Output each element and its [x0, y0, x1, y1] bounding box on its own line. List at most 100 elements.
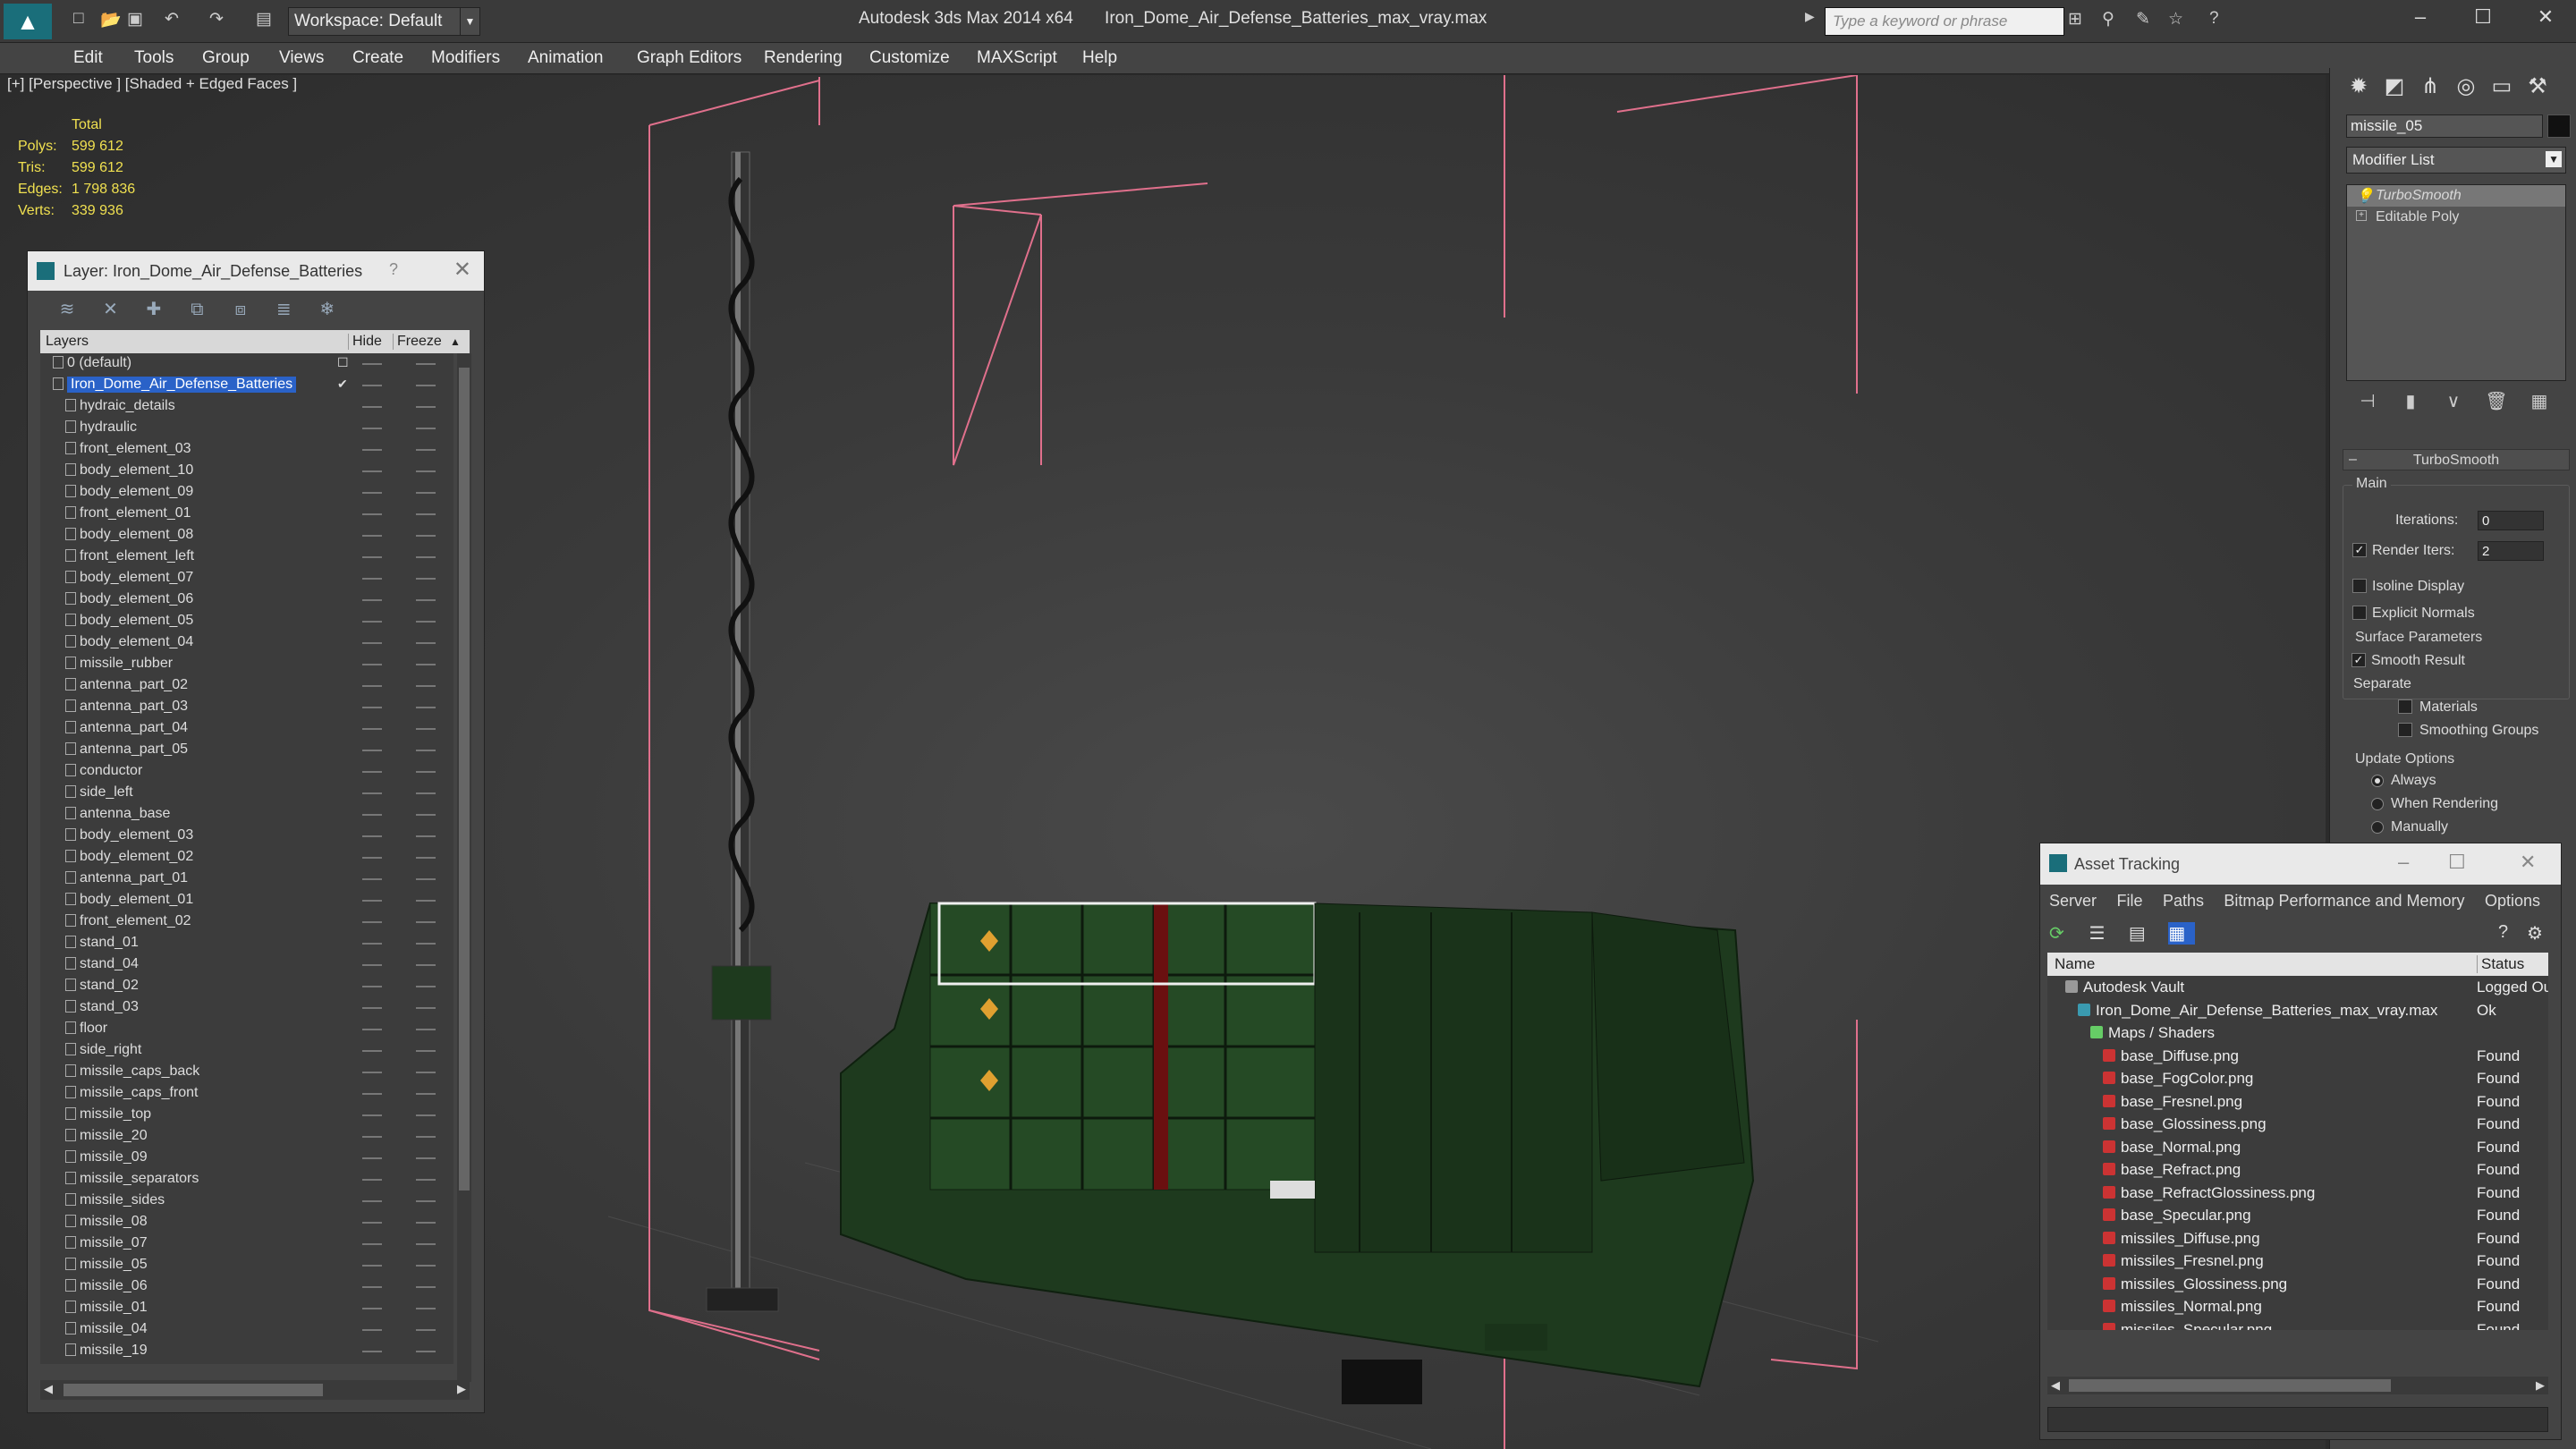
hide-toggle[interactable]: [362, 986, 382, 987]
hide-toggle[interactable]: [362, 728, 382, 730]
layer-row[interactable]: body_element_04: [40, 632, 453, 654]
minimize-icon[interactable]: –: [2398, 851, 2409, 874]
hide-toggle[interactable]: [362, 1093, 382, 1095]
hierarchy-tab-icon[interactable]: ⋔: [2412, 73, 2448, 99]
layer-row[interactable]: body_element_09: [40, 482, 453, 504]
expand-icon[interactable]: +: [2356, 210, 2367, 221]
freeze-toggle[interactable]: [416, 1265, 436, 1267]
hide-toggle[interactable]: [362, 1200, 382, 1202]
freeze-toggle[interactable]: [416, 642, 436, 644]
freeze-toggle[interactable]: [416, 513, 436, 515]
always-radio[interactable]: [2371, 775, 2384, 787]
layer-row[interactable]: missile_separators: [40, 1169, 453, 1191]
layer-row[interactable]: missile_20: [40, 1126, 453, 1148]
hide-toggle[interactable]: [362, 1243, 382, 1245]
lightbulb-icon[interactable]: 💡: [2356, 187, 2374, 205]
layer-row[interactable]: missile_04: [40, 1319, 453, 1341]
layer-row[interactable]: body_element_10: [40, 461, 453, 482]
asset-row[interactable]: base_Specular.png Found: [2047, 1204, 2548, 1227]
hide-toggle[interactable]: [362, 1179, 382, 1181]
freeze-toggle[interactable]: [416, 1072, 436, 1073]
hide-toggle[interactable]: [362, 513, 382, 515]
hide-toggle[interactable]: [362, 750, 382, 751]
layer-row[interactable]: body_element_08: [40, 525, 453, 547]
stack-item-editable-poly[interactable]: + Editable Poly: [2347, 207, 2565, 228]
layer-row[interactable]: front_element_03: [40, 439, 453, 461]
freeze-toggle[interactable]: [416, 535, 436, 537]
modifier-list-dropdown[interactable]: Modifier List ▼: [2346, 147, 2566, 174]
add-icon[interactable]: ✚: [134, 298, 174, 320]
layer-row[interactable]: conductor: [40, 761, 453, 783]
asset-row[interactable]: base_FogColor.png Found: [2047, 1067, 2548, 1090]
chevron-up-icon[interactable]: ▲: [450, 335, 461, 348]
layer-row[interactable]: missile_19: [40, 1341, 453, 1362]
current-layer-checkbox[interactable]: ☐: [337, 355, 349, 370]
menu-rendering[interactable]: Rendering: [764, 48, 843, 68]
hide-toggle[interactable]: [362, 535, 382, 537]
hide-toggle[interactable]: [362, 921, 382, 923]
help-icon[interactable]: ?: [389, 260, 398, 279]
open-file-icon[interactable]: 📂: [100, 9, 123, 32]
asset-row[interactable]: base_Refract.png Found: [2047, 1158, 2548, 1182]
hide-toggle[interactable]: [362, 1265, 382, 1267]
menu-bitmap-performance[interactable]: Bitmap Performance and Memory: [2224, 892, 2464, 910]
isoline-checkbox[interactable]: [2352, 579, 2367, 593]
layers-icon[interactable]: ≋: [47, 298, 87, 320]
hide-toggle[interactable]: [362, 449, 382, 451]
freeze-toggle[interactable]: [416, 406, 436, 408]
layer-row[interactable]: side_left: [40, 783, 453, 804]
freeze-toggle[interactable]: [416, 835, 436, 837]
asset-status-field[interactable]: [2047, 1407, 2548, 1432]
undo-icon[interactable]: ↶: [165, 9, 188, 32]
app-logo-icon[interactable]: ▲: [4, 4, 52, 39]
hide-toggle[interactable]: [362, 771, 382, 773]
modify-tab-icon[interactable]: ◩: [2377, 73, 2412, 99]
freeze-toggle[interactable]: [416, 900, 436, 902]
menu-edit[interactable]: Edit: [73, 48, 103, 68]
column-hide[interactable]: Hide: [348, 334, 382, 350]
layer-row[interactable]: antenna_base: [40, 804, 453, 826]
freeze-toggle[interactable]: [416, 964, 436, 966]
layer-explorer-titlebar[interactable]: Layer: Iron_Dome_Air_Defense_Batteries ?…: [28, 251, 484, 291]
hide-toggle[interactable]: [362, 556, 382, 558]
close-icon[interactable]: ✕: [453, 257, 471, 283]
freeze-toggle[interactable]: [416, 1329, 436, 1331]
hide-toggle[interactable]: [362, 835, 382, 837]
column-name[interactable]: Name: [2055, 955, 2095, 973]
hide-toggle[interactable]: [362, 1136, 382, 1138]
scroll-thumb[interactable]: [459, 368, 470, 1191]
menu-views[interactable]: Views: [279, 48, 324, 68]
freeze-toggle[interactable]: [416, 1308, 436, 1309]
hide-toggle[interactable]: [362, 792, 382, 794]
hide-toggle[interactable]: [362, 621, 382, 623]
asset-list-hscrollbar[interactable]: ◀ ▶: [2047, 1377, 2548, 1394]
layer-row[interactable]: body_element_07: [40, 568, 453, 589]
hide-toggle[interactable]: [362, 1072, 382, 1073]
layer-row[interactable]: missile_08: [40, 1212, 453, 1233]
hide-toggle[interactable]: [362, 578, 382, 580]
asset-row[interactable]: base_RefractGlossiness.png Found: [2047, 1182, 2548, 1205]
hide-toggle[interactable]: [362, 363, 382, 365]
chevron-right-icon[interactable]: ▶: [2536, 1378, 2545, 1393]
menu-modifiers[interactable]: Modifiers: [431, 48, 500, 68]
layer-row[interactable]: body_element_06: [40, 589, 453, 611]
freeze-toggle[interactable]: [416, 986, 436, 987]
delete-icon[interactable]: ✕: [90, 298, 130, 320]
object-name-field[interactable]: missile_05: [2346, 114, 2543, 138]
hide-toggle[interactable]: [362, 664, 382, 665]
hide-toggle[interactable]: [362, 1114, 382, 1116]
hide-all-icon[interactable]: ≣: [264, 298, 303, 320]
layer-row[interactable]: hydraic_details: [40, 396, 453, 418]
close-icon[interactable]: ✕: [2519, 5, 2572, 32]
maximize-icon[interactable]: ☐: [2448, 851, 2466, 874]
settings-icon[interactable]: ⚙: [2527, 922, 2563, 945]
scroll-thumb[interactable]: [64, 1384, 323, 1396]
close-icon[interactable]: ✕: [2520, 851, 2536, 874]
layer-row[interactable]: missile_07: [40, 1233, 453, 1255]
freeze-toggle[interactable]: [416, 449, 436, 451]
maximize-icon[interactable]: ☐: [2456, 5, 2510, 32]
freeze-toggle[interactable]: [416, 1200, 436, 1202]
chevron-left-icon[interactable]: ◀: [2051, 1378, 2060, 1393]
hide-toggle[interactable]: [362, 470, 382, 472]
layer-list-hscrollbar[interactable]: ◀ ▶: [40, 1380, 470, 1400]
